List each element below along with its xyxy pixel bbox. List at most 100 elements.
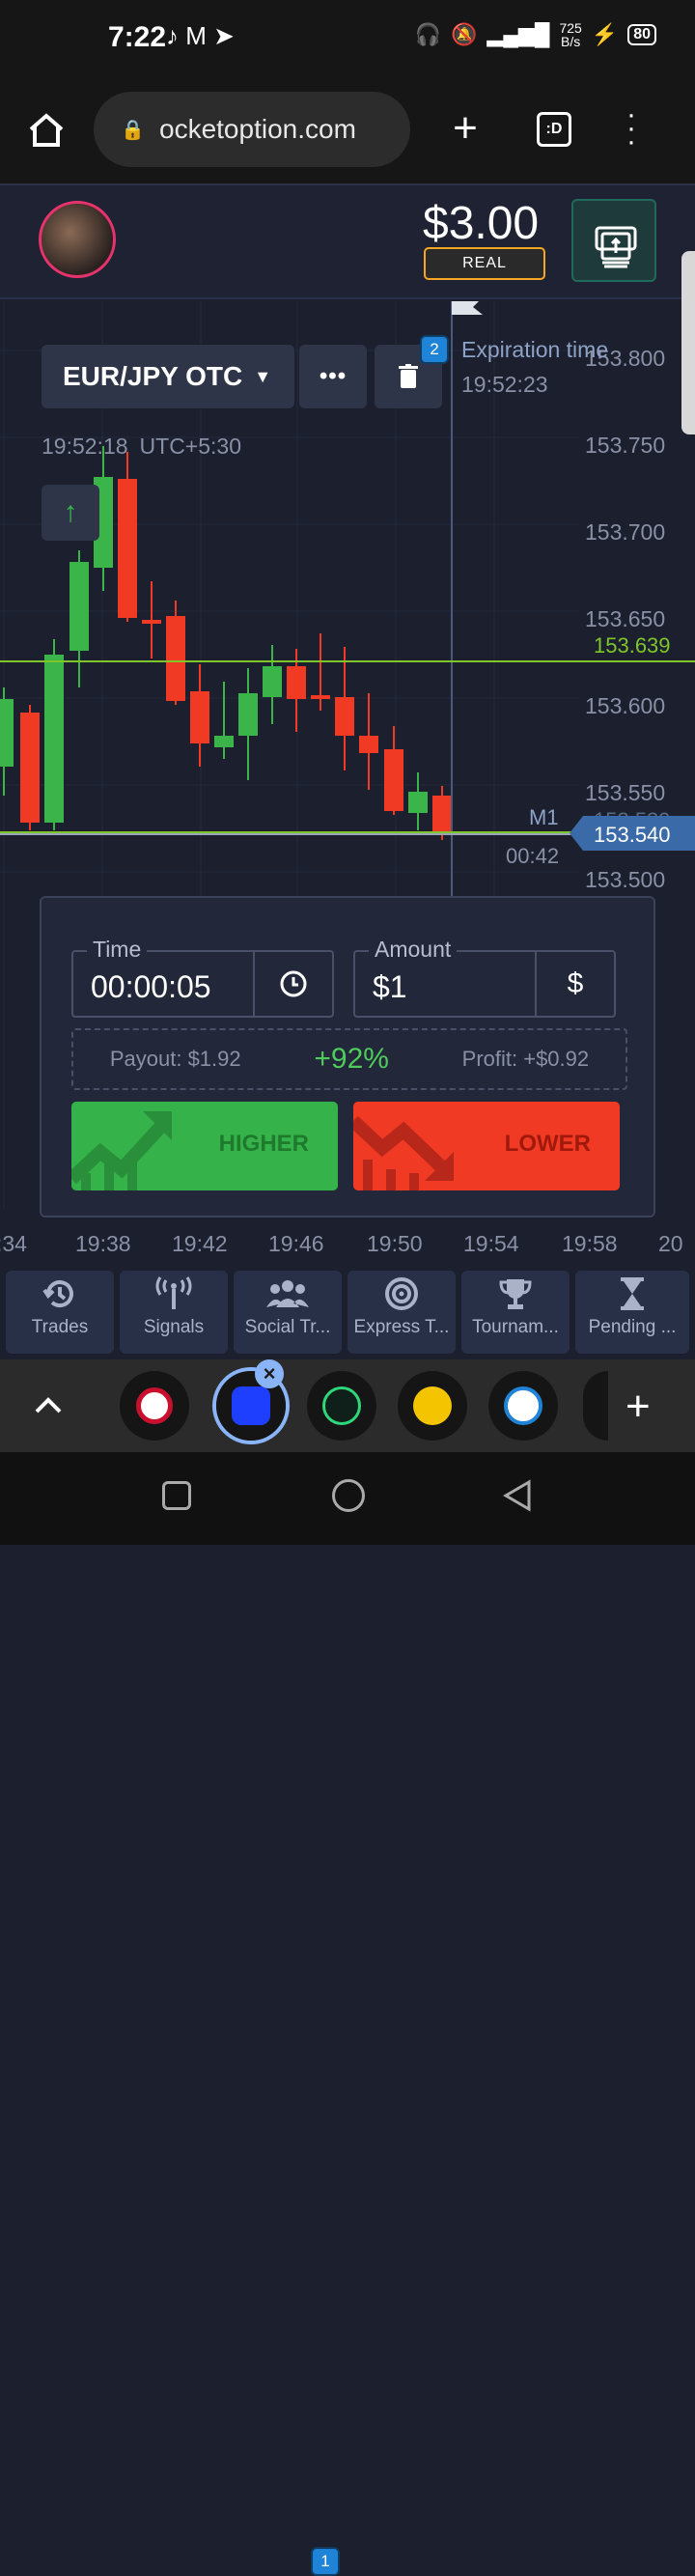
profit-amount: Profit: +$0.92 xyxy=(461,1047,590,1071)
chevron-down-icon: ▼ xyxy=(254,366,272,386)
lower-label: LOWER xyxy=(504,1131,591,1157)
new-tab-icon[interactable]: + xyxy=(444,104,486,153)
bottom-tabs: Trades Signals Social Tr... 1 Express T.… xyxy=(0,1267,695,2576)
time-tick-label: 20 xyxy=(658,1231,683,1256)
social-badge: 1 xyxy=(311,2547,340,2576)
higher-button[interactable]: HIGHER xyxy=(71,1102,338,1190)
price-tick-label: 153.500 xyxy=(585,867,665,892)
system-nav-bar xyxy=(0,1452,695,1545)
time-tick-label: 19:38 xyxy=(75,1231,131,1256)
network-speed: 725 B/s xyxy=(559,20,582,49)
address-bar[interactable]: 🔒 ocketoption.com xyxy=(94,92,410,167)
tab-label: Social Tr... xyxy=(244,1317,331,1337)
candle-down xyxy=(142,620,161,624)
cashier-button[interactable] xyxy=(571,199,656,282)
time-tick-label: 19:50 xyxy=(367,1231,423,1256)
account-balance[interactable]: $3.00 xyxy=(423,197,539,250)
more-menu-icon[interactable]: · · · xyxy=(622,100,641,156)
back-button[interactable] xyxy=(502,1479,535,1512)
candle-down xyxy=(359,736,378,753)
chevron-up-icon[interactable] xyxy=(29,1386,68,1425)
candle-down xyxy=(118,479,137,618)
home-icon[interactable] xyxy=(25,108,68,151)
app-header: $3.00 REAL xyxy=(0,185,695,299)
headphones-icon: 🎧 xyxy=(414,22,442,46)
users-icon xyxy=(234,1276,342,1317)
current-price-label: 153.540 xyxy=(594,823,671,847)
recents-button[interactable] xyxy=(162,1481,191,1510)
trade-direction-indicator[interactable]: ↑ xyxy=(42,485,99,541)
amount-field[interactable]: Amount $1 $ xyxy=(353,937,616,1018)
candle-up xyxy=(263,666,282,697)
lower-button[interactable]: LOWER xyxy=(353,1102,620,1190)
time-value[interactable]: 00:00:05 xyxy=(91,969,211,1005)
home-button[interactable] xyxy=(332,1479,365,1512)
amount-value[interactable]: $1 xyxy=(373,969,407,1005)
candle-down xyxy=(335,697,354,736)
history-icon xyxy=(6,1276,114,1317)
candle-down xyxy=(384,749,403,811)
shortcut-app-5[interactable] xyxy=(488,1371,558,1441)
tab-label: Tournam... xyxy=(472,1317,559,1337)
tab-signals[interactable]: Signals xyxy=(120,1271,228,1354)
arrow-up-icon: ↑ xyxy=(63,496,78,528)
candle-countdown: 00:42 xyxy=(506,844,559,868)
trade-panel: Time 00:00:05 Amount $1 $ Payout: $1.92 … xyxy=(40,896,655,1218)
time-field[interactable]: Time 00:00:05 xyxy=(71,937,334,1018)
battery-icon: 80 xyxy=(627,24,656,45)
shortcut-app-4[interactable] xyxy=(398,1371,467,1441)
browser-bottom-bar: × + xyxy=(0,1359,695,1452)
candle-down xyxy=(20,713,40,823)
trend-down-icon xyxy=(353,1115,454,1190)
tab-label: Signals xyxy=(143,1317,205,1337)
tab-trades[interactable]: Trades xyxy=(6,1271,114,1354)
shortcut-app-6-partial[interactable] xyxy=(583,1371,608,1441)
time-tick-label: 19:42 xyxy=(172,1231,228,1256)
candle-up xyxy=(0,699,14,767)
system-icons: 🎧 🔕 ▂▄▆█ 725 B/s ⚡ 80 xyxy=(415,21,656,48)
expiration-flag-icon xyxy=(452,301,483,315)
candle-up xyxy=(408,792,428,813)
expiration-time: 19:52:23 xyxy=(461,372,548,397)
shortcut-app-3[interactable] xyxy=(307,1371,376,1441)
charging-icon: ⚡ xyxy=(591,22,619,46)
tab-social-trading[interactable]: Social Tr... xyxy=(234,1271,342,1354)
signal-icon xyxy=(120,1276,228,1317)
candle-down xyxy=(190,691,209,743)
more-dots-icon: ••• xyxy=(319,363,348,389)
resistance-price-label: 153.639 xyxy=(594,633,671,658)
status-bar: 7:22 ♪ M ➤ 🎧 🔕 ▂▄▆█ 725 B/s ⚡ 80 xyxy=(0,0,695,77)
drawings-count-badge: 2 xyxy=(420,335,449,364)
chart-settings-button[interactable]: ••• xyxy=(299,345,367,408)
tab-express-trading[interactable]: Express T... xyxy=(348,1271,456,1354)
clock-icon[interactable] xyxy=(253,952,332,1016)
tab-pending-trades[interactable]: Pending ... xyxy=(575,1271,689,1354)
tab-label: Trades xyxy=(31,1317,89,1337)
dollar-icon[interactable]: $ xyxy=(535,952,614,1016)
payout-info: Payout: $1.92 +92% Profit: +$0.92 xyxy=(71,1028,627,1090)
asset-selector[interactable]: EUR/JPY OTC ▼ xyxy=(42,345,294,408)
candle-up xyxy=(70,562,89,651)
time-tick-label: :34 xyxy=(0,1231,27,1256)
payout-percent: +92% xyxy=(314,1043,389,1075)
tab-label: Pending ... xyxy=(588,1317,677,1337)
close-icon[interactable]: × xyxy=(255,1359,284,1388)
add-shortcut-icon[interactable]: + xyxy=(626,1383,651,1431)
price-tick-label: 153.550 xyxy=(585,780,665,805)
tab-switcher-button[interactable]: :D xyxy=(537,112,571,147)
target-icon xyxy=(348,1276,456,1317)
notification-icons: ♪ M ➤ xyxy=(166,21,235,50)
trend-up-icon xyxy=(71,1111,172,1190)
shortcut-app-1[interactable] xyxy=(120,1371,189,1441)
price-tick-label: 153.750 xyxy=(585,433,665,458)
account-mode-badge[interactable]: REAL xyxy=(424,247,545,280)
browser-toolbar: 🔒 ocketoption.com + :D · · · xyxy=(0,77,695,185)
mute-icon: 🔕 xyxy=(451,22,478,46)
avatar[interactable] xyxy=(39,201,116,278)
tab-tournaments[interactable]: Tournam... xyxy=(461,1271,570,1354)
candle-up xyxy=(214,736,234,747)
candle-down xyxy=(311,695,330,699)
price-tick-label: 153.650 xyxy=(585,606,665,631)
lock-icon: 🔒 xyxy=(121,119,145,141)
deposit-icon xyxy=(595,226,637,268)
